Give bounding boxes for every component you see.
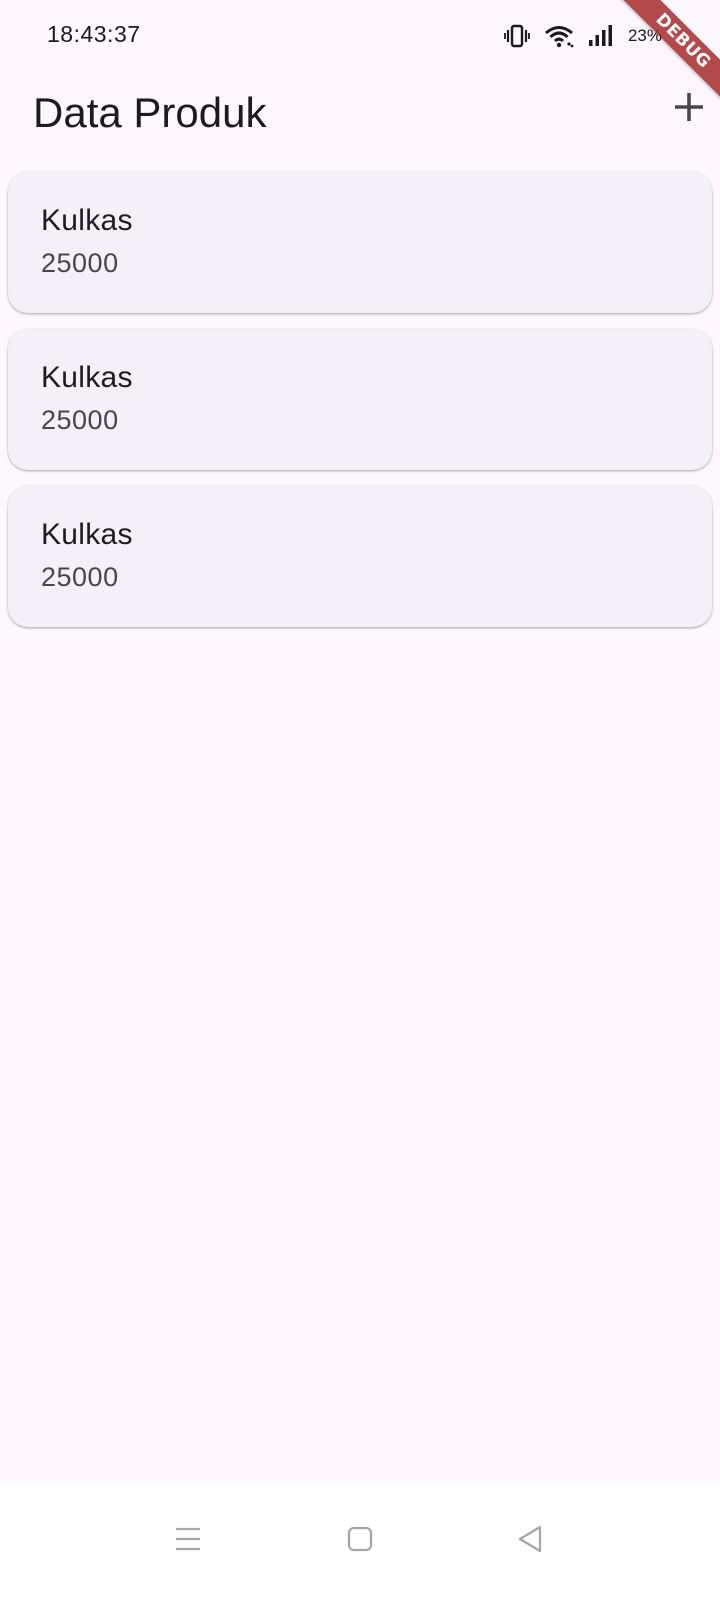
home-button[interactable] [338, 1519, 382, 1563]
back-button[interactable] [508, 1519, 552, 1563]
system-nav-bar [0, 1483, 720, 1600]
recent-apps-button[interactable] [166, 1519, 210, 1563]
product-card[interactable]: Kulkas 25000 [8, 172, 712, 313]
battery-percent: 23% [627, 26, 662, 45]
product-price: 25000 [41, 248, 119, 278]
product-name: Kulkas [41, 361, 133, 394]
app-bar: Data Produk [0, 72, 720, 162]
page-title: Data Produk [33, 89, 267, 136]
product-name: Kulkas [41, 518, 133, 551]
wifi-icon [544, 24, 574, 48]
product-price: 25000 [41, 562, 119, 592]
product-card[interactable]: Kulkas 25000 [8, 329, 712, 470]
product-list: Kulkas 25000 Kulkas 25000 Kulkas 25000 [8, 172, 712, 643]
add-button[interactable] [666, 86, 712, 132]
status-time: 18:43:37 [47, 21, 141, 47]
menu-icon [174, 1526, 202, 1557]
add-icon [673, 91, 705, 128]
vibrate-icon [504, 24, 530, 48]
back-icon [516, 1524, 544, 1559]
status-icons: 23% [504, 22, 662, 50]
status-bar: 18:43:37 23% [0, 0, 720, 72]
product-price: 25000 [41, 405, 119, 435]
home-icon [346, 1525, 374, 1558]
signal-icon [588, 24, 614, 48]
product-card[interactable]: Kulkas 25000 [8, 486, 712, 627]
product-name: Kulkas [41, 204, 133, 237]
